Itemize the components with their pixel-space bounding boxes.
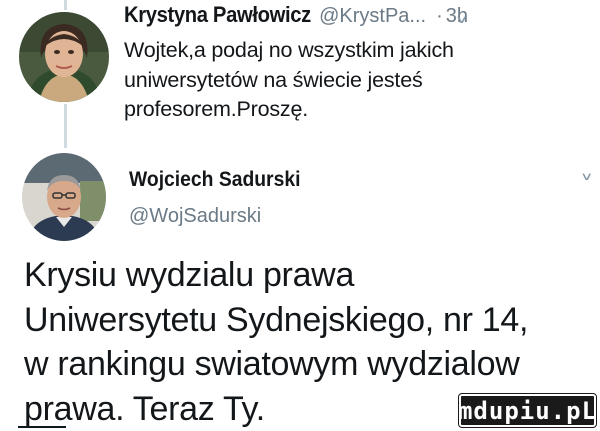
avatar-krystyna-pawlowicz[interactable] — [19, 12, 109, 102]
watermark-text: mdupiu.pL — [457, 396, 598, 425]
tweet-text-line: Wojtek,a podaj no wszystkim jakich — [124, 38, 454, 62]
tweet-text-line: uniwersytetów na świecie jesteś — [124, 67, 423, 92]
tweet-text: Wojtek,a podaj no wszystkim jakich uniwe… — [124, 36, 564, 125]
author-handle[interactable]: @KrystPa... — [319, 5, 426, 28]
author-name[interactable]: Krystyna Pawłowicz — [124, 2, 311, 28]
author-name[interactable]: Wojciech Sadurski — [129, 168, 300, 192]
avatar-wojciech-sadurski[interactable] — [22, 153, 106, 241]
tweet-text-line: profesorem.Proszę. — [124, 97, 309, 121]
tweet-text-line: w rankingu swiatowym wydzialow — [24, 345, 520, 383]
thread-connector-top — [64, 0, 67, 10]
author-handle[interactable]: @WojSadurski — [129, 205, 261, 228]
tweet-text-line: Uniwersytetu Sydnejskiego, nr 14, — [24, 300, 529, 339]
tweet-header: Krystyna Pawłowicz @KrystPa... · 3h — [124, 2, 594, 36]
tweet-text-line: Krysiu wydzialu prawa — [24, 256, 355, 294]
tweet-krystyna[interactable]: Krystyna Pawłowicz @KrystPa... · 3h Wojt… — [124, 2, 594, 125]
watermark-logo: mdupiu.pL — [457, 393, 598, 428]
separator-dot: · — [436, 5, 443, 27]
chevron-down-icon[interactable]: ∨ — [580, 170, 593, 183]
thread-connector — [64, 104, 67, 148]
chevron-down-icon[interactable]: ∨ — [455, 13, 468, 26]
text-underline — [18, 426, 66, 428]
